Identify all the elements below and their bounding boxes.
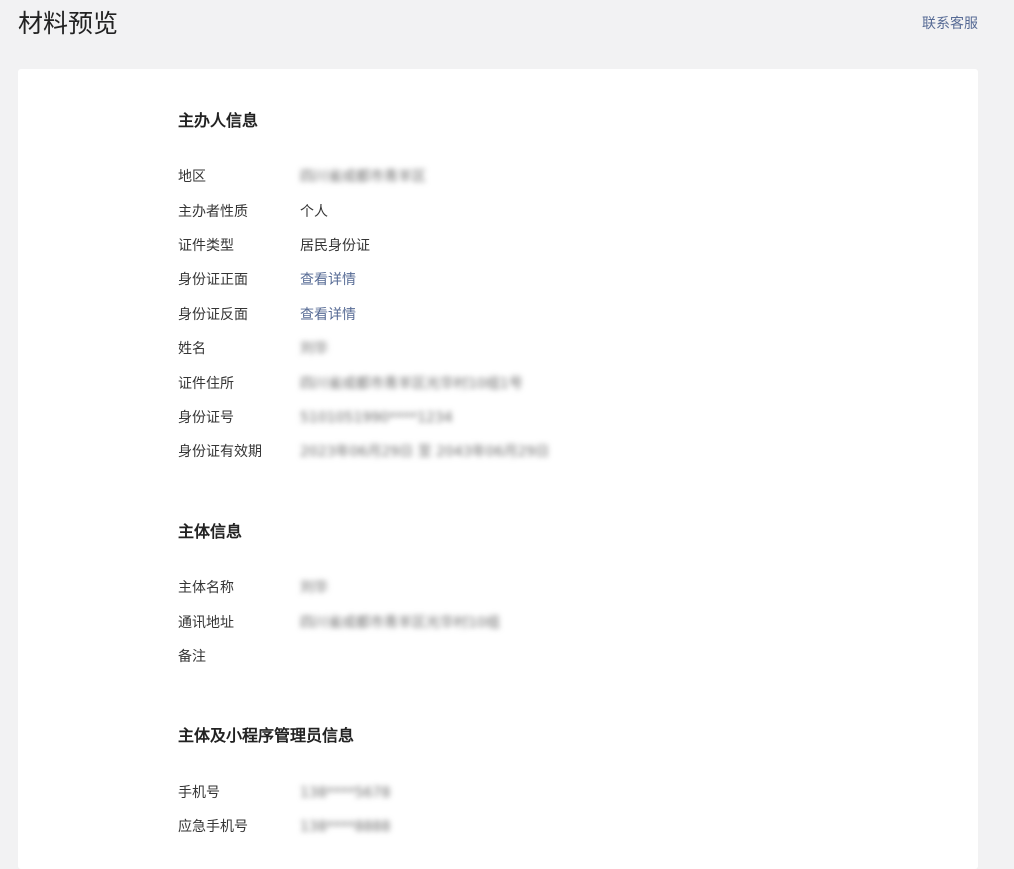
value-id-address: 四川省成都市青羊区光华村10组1号 (300, 376, 523, 392)
id-front-detail-link[interactable]: 查看详情 (300, 270, 356, 290)
section-title-entity: 主体信息 (178, 522, 243, 541)
value-entity-name: 刘华 (300, 580, 328, 596)
section-title-admin: 主体及小程序管理员信息 (178, 726, 355, 745)
label-id-address: 证件住所 (178, 376, 234, 392)
label-entity-name: 主体名称 (178, 580, 234, 596)
value-id-validity: 2023年06月29日 至 2043年06月29日 (300, 444, 550, 460)
material-preview-card: 主办人信息 地区 四川省成都市青羊区 主办者性质 个人 证件类型 居民身份证 身… (18, 69, 978, 869)
label-id-validity: 身份证有效期 (178, 444, 262, 460)
label-id-back: 身份证反面 (178, 307, 248, 323)
label-sponsor-type: 主办者性质 (178, 204, 248, 220)
value-name: 刘华 (300, 341, 328, 357)
id-back-detail-link[interactable]: 查看详情 (300, 305, 356, 325)
value-mailing-address: 四川省成都市青羊区光华村10组 (300, 615, 500, 631)
value-phone: 138****5678 (300, 785, 391, 801)
value-sponsor-type: 个人 (300, 204, 328, 220)
contact-service-link[interactable]: 联系客服 (922, 14, 978, 34)
label-region: 地区 (178, 169, 206, 185)
label-id-number: 身份证号 (178, 410, 234, 426)
value-id-number: 5101051990****1234 (300, 410, 453, 426)
value-emergency-phone: 138****8888 (300, 819, 391, 835)
value-region: 四川省成都市青羊区 (300, 169, 426, 185)
page-title: 材料预览 (18, 9, 119, 38)
label-phone: 手机号 (178, 785, 220, 801)
label-id-front: 身份证正面 (178, 272, 248, 288)
value-id-type: 居民身份证 (300, 238, 370, 254)
label-emergency-phone: 应急手机号 (178, 819, 248, 835)
label-remarks: 备注 (178, 649, 206, 665)
label-name: 姓名 (178, 341, 206, 357)
section-title-sponsor: 主办人信息 (178, 111, 259, 130)
label-id-type: 证件类型 (178, 238, 234, 254)
label-mailing-address: 通讯地址 (178, 615, 234, 631)
